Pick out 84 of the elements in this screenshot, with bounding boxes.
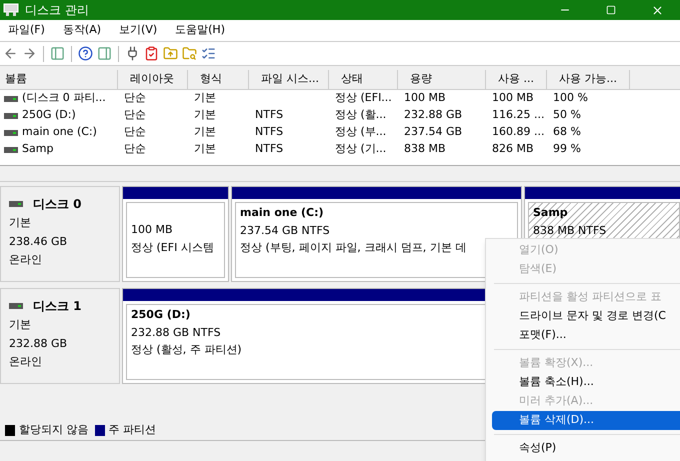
partition-status: 정상 (활성, 주 파티션) — [131, 342, 242, 358]
column-header[interactable]: 레이아웃 — [118, 70, 188, 89]
disk-type: 기본 — [9, 215, 32, 231]
table-cell-text: 116.25 ... — [492, 107, 544, 124]
partition-size: 838 MB NTFS — [533, 222, 606, 238]
clipboard-check-icon[interactable] — [144, 46, 159, 61]
disk-state: 온라인 — [9, 354, 43, 370]
partition-name: main one (C:) — [240, 205, 324, 221]
table-cell-text: 정상 (부... — [335, 124, 386, 140]
table-cell-text: 정상 (EFI... — [335, 90, 392, 106]
column-header[interactable]: 상태 — [329, 70, 398, 89]
column-header[interactable]: 용량 — [398, 70, 486, 89]
partition-status: 정상 (부팅, 페이지 파일, 크래시 덤프, 기본 데 — [240, 240, 466, 256]
table-cell-text: 단순 — [124, 141, 146, 158]
partition-name: Samp — [533, 205, 568, 221]
menu-item[interactable]: 도움말(H) — [175, 22, 225, 39]
menu-item[interactable]: 파일(F) — [8, 22, 45, 39]
menu-item[interactable]: 포맷(F)... — [492, 326, 680, 345]
disk-size: 232.88 GB — [9, 336, 68, 352]
table-cell-text: 단순 — [124, 124, 146, 140]
column-header[interactable]: 파일 시스... — [249, 70, 329, 89]
table-cell-text: 기본 — [194, 90, 216, 106]
partition[interactable]: 100 MB 정상 (EFI 시스템 — [122, 186, 229, 282]
table-cell-text: 기본 — [194, 124, 216, 140]
table-cell-text: 기본 — [194, 141, 216, 158]
menu-item[interactable]: 볼륨 삭제(D)... — [492, 411, 680, 430]
menu-item[interactable]: 동작(A) — [62, 22, 102, 39]
window-title: 디스크 관리 — [25, 2, 89, 19]
table-cell-text: 100 MB — [404, 90, 446, 106]
table-cell-text: NTFS — [255, 124, 284, 140]
partition-status: 정상 (EFI 시스템 — [131, 240, 214, 256]
table-cell-text: 100 MB — [492, 90, 534, 106]
menu-item[interactable]: 보기(V) — [119, 22, 158, 39]
drive-icon — [4, 96, 18, 102]
legend-label: 할당되지 않음 — [19, 422, 88, 438]
column-header[interactable]: 사용 ... — [486, 70, 547, 89]
panel-icon[interactable] — [50, 46, 65, 61]
disk-drive-icon — [3, 3, 19, 17]
disk-type: 기본 — [9, 317, 32, 333]
table-cell-text: 정상 (기... — [335, 141, 386, 158]
plug-icon[interactable] — [125, 46, 140, 61]
table-cell-text: NTFS — [255, 107, 284, 124]
table-cell-text: 단순 — [124, 90, 146, 106]
help-icon[interactable] — [78, 46, 93, 61]
table-cell-text: 237.54 GB — [404, 124, 462, 140]
partition-size: 232.88 GB NTFS — [131, 324, 221, 340]
drive-icon — [4, 112, 18, 118]
table-cell-text: NTFS — [255, 141, 284, 158]
menu-item[interactable]: 속성(P) — [492, 439, 680, 458]
disk-state: 온라인 — [9, 252, 43, 268]
folder-up-icon[interactable] — [163, 46, 178, 61]
table-cell-text: 160.89 ... — [492, 124, 544, 140]
partition-size: 237.54 GB NTFS — [240, 222, 330, 238]
table-cell-text: 250G (D:) — [22, 107, 76, 124]
table-cell-text: 정상 (활... — [335, 107, 386, 124]
table-cell-text: 50 % — [553, 107, 581, 124]
table-cell-text: Samp — [22, 141, 54, 158]
table-cell-text: 100 % — [553, 90, 588, 106]
table-cell-text: 826 MB — [492, 141, 534, 158]
table-cell-text: 68 % — [553, 124, 581, 140]
table-cell-text: 838 MB — [404, 141, 446, 158]
partition-name: 250G (D:) — [131, 307, 190, 323]
legend-label: 주 파티션 — [108, 422, 156, 438]
drive-icon — [4, 130, 18, 136]
column-header[interactable]: 사용 가능... — [547, 70, 630, 89]
forward-arrow-icon[interactable] — [22, 46, 37, 61]
column-header[interactable]: 형식 — [188, 70, 249, 89]
close-icon — [650, 4, 664, 16]
folder-search-icon[interactable] — [182, 46, 197, 61]
table-cell-text: main one (C:) — [22, 124, 97, 140]
maximize-icon — [606, 5, 616, 15]
table-cell-text: 99 % — [553, 141, 581, 158]
table-cell-text: 232.88 GB — [404, 107, 462, 124]
table-cell-text: 단순 — [124, 107, 146, 124]
partition-size: 100 MB — [131, 222, 173, 238]
table-cell-text: 기본 — [194, 107, 216, 124]
disk-name: 디스크 0 — [33, 196, 82, 213]
list-icon[interactable] — [201, 46, 216, 61]
disk-size: 238.46 GB — [9, 234, 68, 250]
disk-name: 디스크 1 — [33, 298, 82, 315]
menu-item[interactable]: 드라이브 문자 및 경로 변경(C — [492, 307, 680, 326]
table-cell-text: (디스크 0 파티... — [22, 90, 106, 106]
column-header[interactable]: 볼륨 — [0, 70, 118, 89]
drive-icon — [4, 146, 18, 152]
